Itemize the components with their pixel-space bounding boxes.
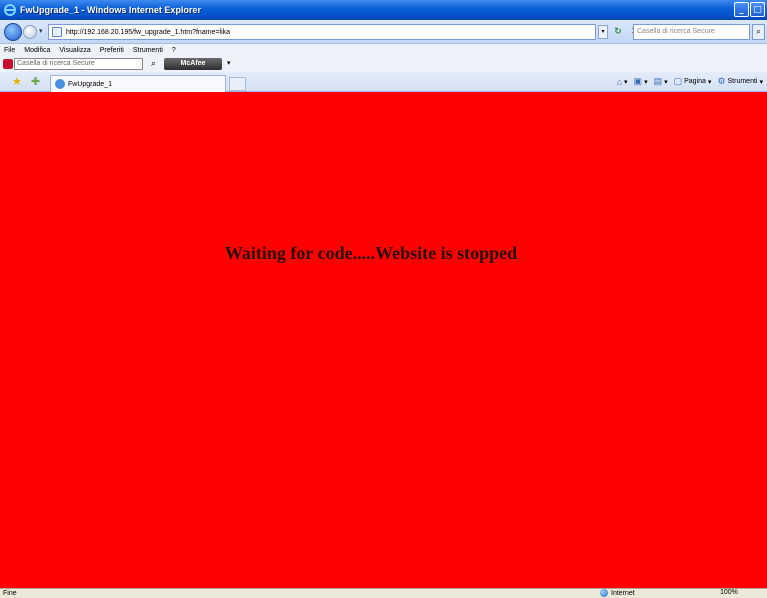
internet-explorer-icon — [4, 4, 16, 16]
mcafee-search-input[interactable]: Casella di ricerca Secure — [14, 58, 143, 70]
back-button[interactable] — [4, 23, 22, 41]
tools-menu-label: Strumenti — [727, 78, 758, 85]
menu-file[interactable]: File — [4, 47, 15, 54]
mcafee-toolbar: Casella di ricerca Secure ⌕ McAfee ▾ — [0, 57, 767, 72]
mcafee-button[interactable]: McAfee — [164, 58, 222, 70]
zone-label: Internet — [611, 589, 635, 597]
home-button[interactable]: ⌂ ▾ — [617, 77, 628, 87]
security-zone: Internet — [600, 589, 635, 597]
page-menu-icon: ▢ — [673, 76, 683, 86]
url-text: http://192.168.20.195/fw_upgrade_1.htm?f… — [66, 28, 231, 36]
print-button[interactable]: ▤ ▾ — [654, 76, 668, 87]
minimize-button[interactable]: _ — [734, 2, 749, 17]
mcafee-shield-icon — [3, 59, 13, 69]
favorites-star-icon[interactable]: ★ — [12, 75, 22, 88]
address-field[interactable]: http://192.168.20.195/fw_upgrade_1.htm?f… — [48, 24, 596, 40]
zoom-level[interactable]: 100% — [720, 589, 738, 596]
page-content: Waiting for code.....Website is stopped — [0, 92, 767, 588]
status-text: Fine — [3, 590, 17, 597]
page-menu-button[interactable]: ▢ Pagina ▾ — [674, 76, 712, 87]
window-title: FwUpgrade_1 - Windows Internet Explorer — [20, 5, 201, 15]
menu-visualizza[interactable]: Visualizza — [59, 47, 90, 54]
maximize-button[interactable]: □ — [750, 2, 765, 17]
status-bar: Fine Internet 100% — [0, 588, 767, 598]
menu-modifica[interactable]: Modifica — [24, 47, 50, 54]
search-icon[interactable]: ⌕ — [752, 24, 765, 40]
page-icon — [52, 27, 62, 37]
menu-bar: File Modifica Visualizza Preferiti Strum… — [0, 44, 767, 57]
add-favorites-icon[interactable]: ✚ — [31, 75, 40, 88]
print-icon: ▤ — [653, 76, 663, 86]
tab-label: FwUpgrade_1 — [68, 80, 112, 88]
address-dropdown-button[interactable]: ▾ — [598, 25, 608, 39]
menu-help[interactable]: ? — [172, 47, 176, 54]
command-bar: ⌂ ▾ ▣ ▾ ▤ ▾ ▢ Pagina ▾ ⚙ Strumenti ▾ — [617, 76, 763, 87]
tab-bar: ★ ✚ FwUpgrade_1 ⌂ ▾ ▣ ▾ ▤ ▾ ▢ Pagina ▾ ⚙ Strum… — [0, 72, 767, 92]
title-bar: FwUpgrade_1 - Windows Internet Explorer … — [0, 0, 767, 20]
search-input[interactable]: Casella di ricerca Secure — [633, 24, 750, 40]
feeds-icon: ▣ — [633, 76, 643, 86]
mcafee-search-icon[interactable]: ⌕ — [147, 58, 160, 70]
new-tab-button[interactable] — [229, 77, 246, 91]
menu-strumenti[interactable]: Strumenti — [133, 47, 163, 54]
window-controls: _ □ — [734, 2, 765, 17]
address-toolbar: ▾ http://192.168.20.195/fw_upgrade_1.htm… — [0, 20, 767, 44]
refresh-icon[interactable]: ↻ — [611, 24, 625, 40]
menu-preferiti[interactable]: Preferiti — [100, 47, 124, 54]
globe-icon — [600, 589, 608, 597]
forward-button[interactable] — [23, 25, 37, 39]
tab-fwupgrade[interactable]: FwUpgrade_1 — [50, 75, 226, 92]
tools-menu-button[interactable]: ⚙ Strumenti ▾ — [717, 76, 763, 87]
gear-icon: ⚙ — [717, 76, 726, 86]
home-icon: ⌂ — [616, 76, 623, 87]
feeds-button[interactable]: ▣ ▾ — [634, 76, 648, 87]
mcafee-dropdown-icon[interactable]: ▾ — [227, 59, 231, 67]
page-menu-label: Pagina — [684, 78, 706, 85]
status-message: Waiting for code.....Website is stopped — [224, 243, 518, 263]
history-dropdown-icon[interactable]: ▾ — [39, 27, 43, 35]
tab-page-icon — [55, 79, 65, 89]
